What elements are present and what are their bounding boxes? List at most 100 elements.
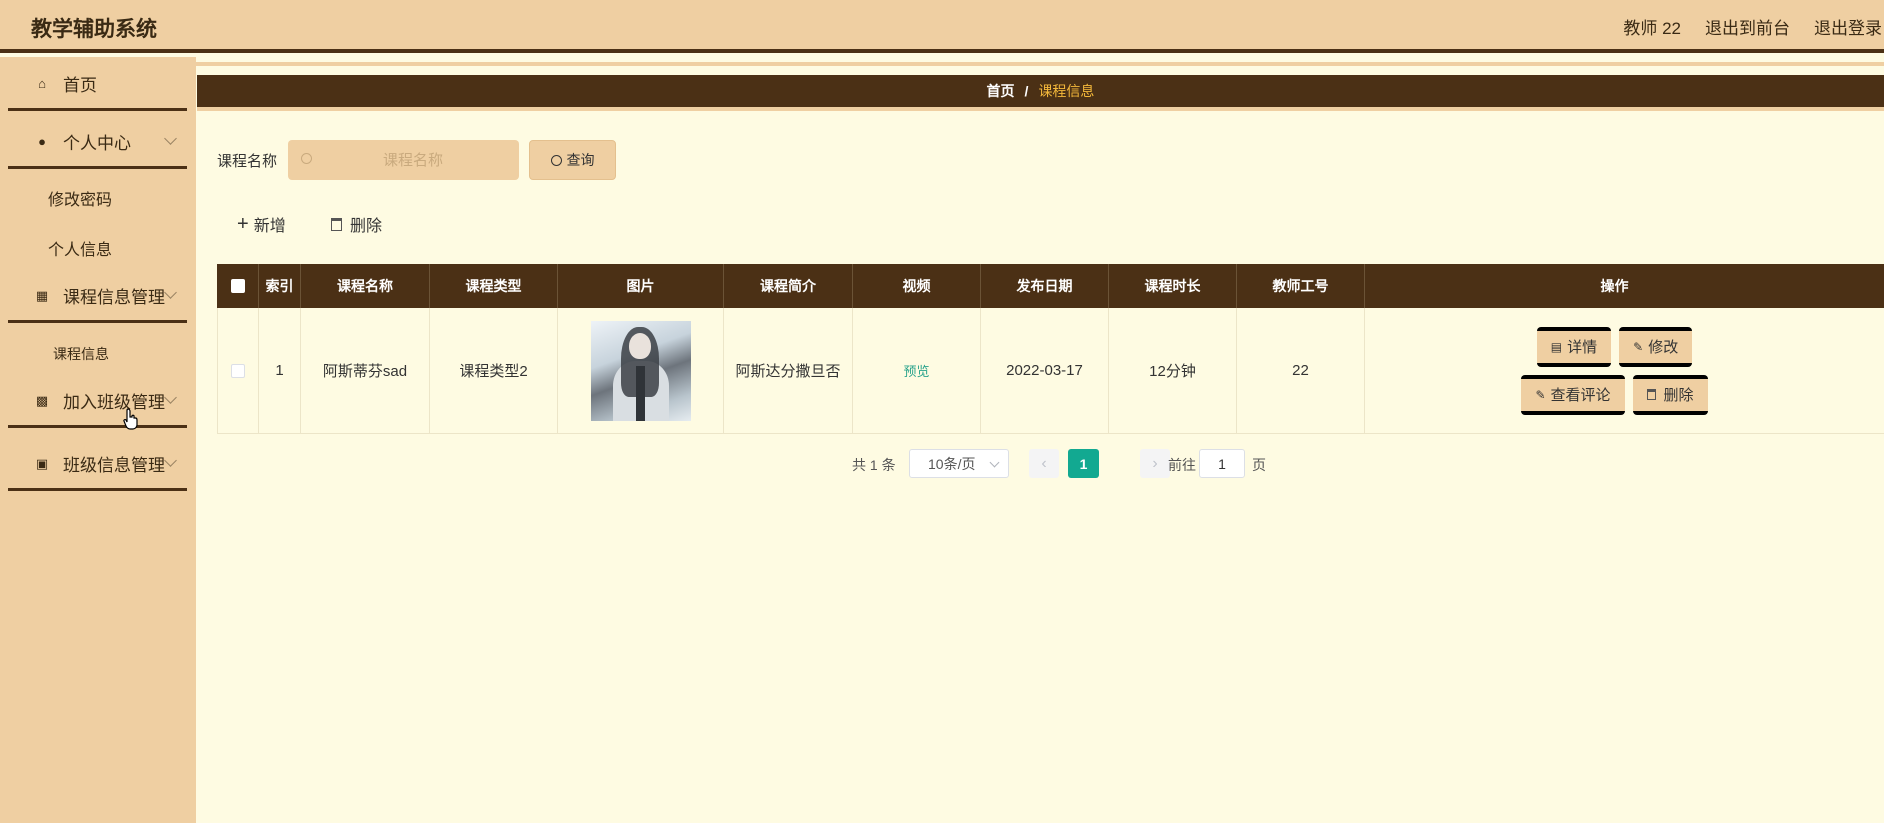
- page-size-select[interactable]: 10条/页: [909, 449, 1009, 478]
- main-content: 首页 / 课程信息 课程名称 查询 + 新增 删除 索引 课程名称 课程类型 图…: [196, 57, 1884, 823]
- add-button-label: 新增: [253, 218, 286, 235]
- pagination: 共 1 条 10条/页 ‹ 1 › 前往 页: [196, 449, 1884, 479]
- search-icon: [550, 154, 562, 166]
- edit-button-label: 修改: [1648, 339, 1679, 356]
- column-header: 索引: [259, 264, 301, 308]
- row-checkbox[interactable]: [231, 363, 245, 378]
- delete-row-button[interactable]: 删除: [1632, 374, 1708, 415]
- row-select-cell: [218, 308, 259, 433]
- chevron-down-icon: [164, 132, 177, 145]
- sidebar-item-change-password[interactable]: 修改密码: [48, 186, 112, 210]
- thumbs-icon: ▩: [35, 392, 49, 408]
- goto-page-input[interactable]: [1199, 449, 1245, 478]
- hand-cursor-icon: [123, 408, 138, 430]
- batch-delete-button[interactable]: 删除: [331, 212, 382, 236]
- cell-publish-date: 2022-03-17: [981, 308, 1109, 433]
- delete-row-label: 删除: [1663, 387, 1694, 404]
- exit-to-frontend-link[interactable]: 退出到前台: [1705, 14, 1790, 39]
- cell-index: 1: [259, 308, 301, 433]
- top-bar: 教学辅助系统 教师 22 退出到前台 退出登录: [0, 0, 1884, 53]
- course-table: 索引 课程名称 课程类型 图片 课程简介 视频 发布日期 课程时长 教师工号 操…: [217, 264, 1884, 434]
- column-header: 课程时长: [1109, 264, 1237, 308]
- column-header: 图片: [558, 264, 724, 308]
- cell-course-name: 阿斯蒂芬sad: [301, 308, 430, 433]
- detail-button-label: 详情: [1567, 339, 1598, 356]
- cell-teacher-id: 22: [1237, 308, 1365, 433]
- breadcrumb-home[interactable]: 首页: [987, 81, 1015, 101]
- sidebar-item-label: 班级信息管理: [63, 456, 165, 475]
- sidebar-item-label: 加入班级管理: [63, 393, 165, 412]
- sidebar-item-class-info-mgmt[interactable]: ▣ 班级信息管理: [8, 439, 187, 491]
- select-all-cell: [217, 264, 259, 308]
- sidebar-item-personal-info[interactable]: 个人信息: [48, 236, 112, 260]
- column-header: 操作: [1600, 278, 1629, 294]
- goto-label: 前往: [1168, 457, 1196, 473]
- chevron-down-icon: [164, 454, 177, 467]
- edit-icon: ✎: [1535, 387, 1546, 402]
- sidebar-item-label: 首页: [63, 76, 97, 95]
- sidebar-item-label: 个人中心: [63, 134, 131, 153]
- trash-icon: [1646, 389, 1656, 400]
- search-input[interactable]: [318, 140, 508, 180]
- cell-intro: 阿斯达分撒旦否: [724, 308, 853, 433]
- delete-button-label: 删除: [350, 218, 383, 235]
- chevron-down-icon: [989, 457, 1000, 468]
- column-header: 教师工号: [1237, 264, 1365, 308]
- search-box[interactable]: [288, 140, 519, 180]
- top-stripe: [196, 62, 1884, 66]
- next-page-button[interactable]: ›: [1140, 449, 1170, 478]
- grid-icon: ▦: [35, 287, 49, 303]
- column-header: 发布日期: [981, 264, 1109, 308]
- user-icon: ●: [38, 134, 46, 149]
- breadcrumb-current: 课程信息: [1038, 83, 1095, 99]
- prev-page-button[interactable]: ‹: [1029, 449, 1059, 478]
- chevron-left-icon: ‹: [1041, 454, 1047, 472]
- cell-actions: ▤ 详情 ✎ 修改 ✎ 查看评论 删除: [1365, 308, 1864, 433]
- sidebar-item-personal-center[interactable]: ● 个人中心: [8, 117, 187, 169]
- app-title: 教学辅助系统: [31, 18, 157, 41]
- plus-icon: +: [237, 213, 249, 235]
- home-icon: ⌂: [38, 76, 46, 91]
- cell-video: 预览: [853, 308, 981, 433]
- column-header: 课程名称: [301, 264, 430, 308]
- briefcase-icon: ▣: [35, 455, 49, 471]
- sidebar-item-home[interactable]: ⌂ 首页: [8, 59, 187, 111]
- query-button-label: 查询: [566, 152, 595, 168]
- pagination-total: 共 1 条: [852, 457, 896, 473]
- video-preview-link[interactable]: 预览: [903, 361, 929, 380]
- column-header: 课程简介: [724, 264, 853, 308]
- course-thumbnail-image[interactable]: [590, 320, 691, 421]
- view-comments-button[interactable]: ✎ 查看评论: [1521, 374, 1625, 415]
- edit-icon: ✎: [1633, 339, 1644, 354]
- sidebar-item-course-info[interactable]: 课程信息: [53, 344, 109, 364]
- cell-duration: 12分钟: [1109, 308, 1237, 433]
- query-button[interactable]: 查询: [529, 140, 616, 180]
- page-size-value: 10条/页: [928, 455, 976, 472]
- chevron-down-icon: [164, 286, 177, 299]
- document-icon: ▤: [1550, 339, 1563, 354]
- detail-button[interactable]: ▤ 详情: [1536, 326, 1612, 367]
- trash-icon: [331, 217, 342, 231]
- select-all-checkbox[interactable]: [230, 279, 245, 293]
- chevron-right-icon: ›: [1152, 454, 1158, 472]
- sidebar-item-label: 课程信息管理: [63, 288, 165, 307]
- table-row: 1 阿斯蒂芬sad 课程类型2 阿斯达分撒旦否 预览 2022-03-17 12…: [217, 308, 1884, 434]
- page-suffix-label: 页: [1252, 457, 1266, 473]
- search-icon: [301, 153, 312, 164]
- sidebar-item-course-mgmt[interactable]: ▦ 课程信息管理: [8, 271, 187, 323]
- cell-image: [558, 308, 724, 433]
- cell-course-type: 课程类型2: [430, 308, 558, 433]
- edit-button[interactable]: ✎ 修改: [1619, 326, 1693, 367]
- sidebar: ⌂ 首页 ● 个人中心 修改密码 个人信息 ▦ 课程信息管理 课程信息 ▩ 加入…: [0, 57, 196, 823]
- chevron-down-icon: [164, 391, 177, 404]
- column-header: 课程类型: [430, 264, 558, 308]
- current-page-button[interactable]: 1: [1068, 449, 1099, 478]
- top-links: 教师 22 退出到前台 退出登录: [1623, 14, 1884, 39]
- breadcrumb: 首页 / 课程信息: [197, 75, 1884, 111]
- column-header: 视频: [853, 264, 981, 308]
- breadcrumb-separator: /: [1024, 83, 1029, 99]
- teacher-user-link[interactable]: 教师 22: [1623, 14, 1681, 39]
- add-button[interactable]: + 新增: [237, 212, 286, 236]
- logout-link[interactable]: 退出登录: [1814, 14, 1882, 39]
- sidebar-item-join-class-mgmt[interactable]: ▩ 加入班级管理: [8, 376, 187, 428]
